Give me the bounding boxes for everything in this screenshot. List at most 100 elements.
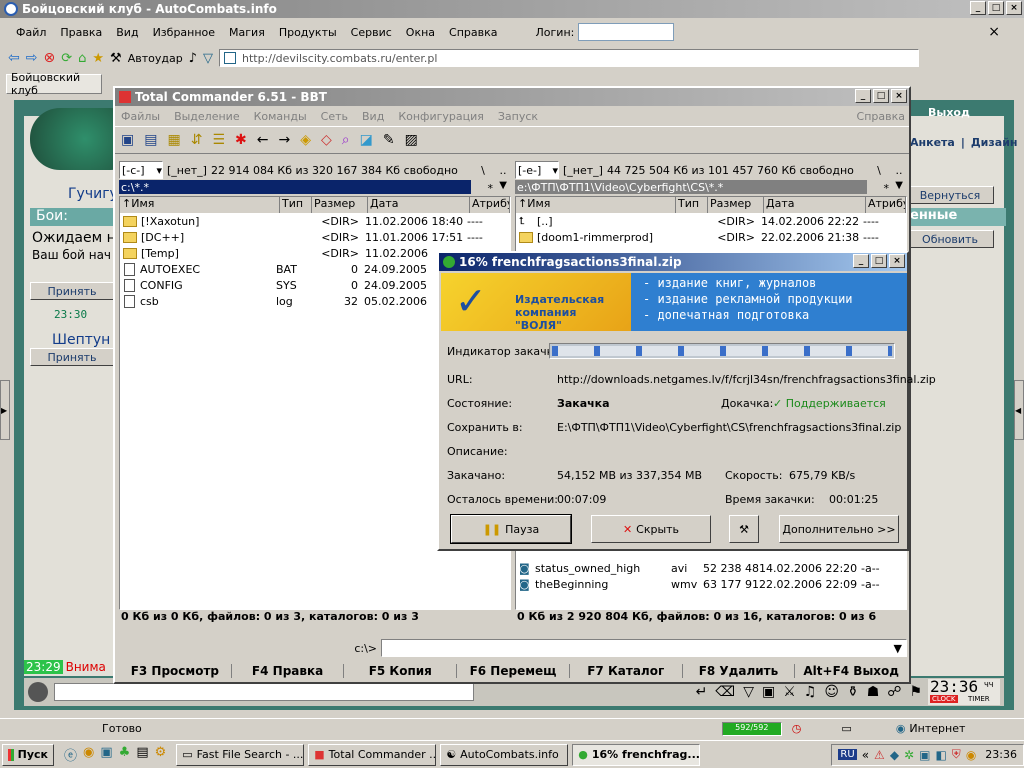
right-col-type[interactable]: Тип xyxy=(676,197,708,213)
left-col-attr[interactable]: Атрибу xyxy=(470,197,510,213)
tc-menu-config[interactable]: Конфигурация xyxy=(398,110,484,123)
home-icon[interactable]: ⌂ xyxy=(78,51,86,66)
chat-input[interactable] xyxy=(54,683,474,701)
menu-windows[interactable]: Окна xyxy=(406,26,435,39)
tray-icon-7[interactable]: ◉ xyxy=(966,748,976,762)
smile-icon[interactable] xyxy=(28,682,48,702)
f3-view-button[interactable]: F3 Просмотр xyxy=(119,664,232,678)
tc-menu-select[interactable]: Выделение xyxy=(174,110,240,123)
tc-select-icon[interactable]: ✱ xyxy=(235,132,247,148)
close-button[interactable]: × xyxy=(1006,1,1022,15)
f4-edit-button[interactable]: F4 Правка xyxy=(232,664,345,678)
tc-close-button[interactable]: × xyxy=(891,89,907,103)
mask-icon[interactable]: ☗ xyxy=(867,684,880,700)
right-col-name[interactable]: ↑Имя xyxy=(516,197,676,213)
task-autocombats[interactable]: ☯ AutoCombats.info xyxy=(440,743,569,766)
tc-menu-help[interactable]: Справка xyxy=(857,110,905,123)
menu-edit[interactable]: Правка xyxy=(60,26,102,39)
back-icon[interactable]: ⇦ xyxy=(8,50,20,66)
stop-icon[interactable]: ⊗ xyxy=(43,50,55,66)
tc-menu-files[interactable]: Файлы xyxy=(121,110,160,123)
left-root-button[interactable]: \ xyxy=(475,164,491,177)
f5-copy-button[interactable]: F5 Копия xyxy=(344,664,458,678)
bottle-icon[interactable]: ⚱ xyxy=(847,684,859,700)
menu-service[interactable]: Сервис xyxy=(351,26,392,39)
dl-minimize-button[interactable]: _ xyxy=(853,254,869,268)
f7-mkdir-button[interactable]: F7 Каталог xyxy=(570,664,683,678)
left-up-button[interactable]: .. xyxy=(495,164,511,177)
tc-menu-view[interactable]: Вид xyxy=(362,110,384,123)
left-path-dropdown[interactable]: ▼ xyxy=(499,180,507,191)
altf4-exit-button[interactable]: Alt+F4 Выход xyxy=(795,664,907,678)
menu-products[interactable]: Продукты xyxy=(279,26,337,39)
save-quick-icon[interactable]: ▤ xyxy=(136,745,148,764)
left-edge-arrow-icon[interactable]: ▶ xyxy=(0,380,10,440)
flag-icon[interactable]: ⚑ xyxy=(909,684,922,700)
right-up-button[interactable]: .. xyxy=(891,164,907,177)
tc-full-icon[interactable]: ☰ xyxy=(212,132,225,148)
right-col-size[interactable]: Размер xyxy=(708,197,764,213)
task-download[interactable]: ● 16% frenchfrag... xyxy=(572,743,701,766)
tc-menu-run[interactable]: Запуск xyxy=(498,110,538,123)
tray-icon-4[interactable]: ▣ xyxy=(919,748,930,762)
tc-brief-icon[interactable]: ▦ xyxy=(167,132,180,148)
right-root-button[interactable]: \ xyxy=(871,164,887,177)
task-total-commander[interactable]: ■ Total Commander ... xyxy=(308,743,437,766)
accept-button-2[interactable]: Принять xyxy=(30,348,114,366)
save-icon[interactable]: ▣ xyxy=(762,684,775,700)
tray-icon-3[interactable]: ✲ xyxy=(904,748,914,762)
tc-minimize-button[interactable]: _ xyxy=(855,89,871,103)
tool-quick-icon[interactable]: ⚙ xyxy=(155,745,167,764)
tc-notepad-icon[interactable]: ✎ xyxy=(383,132,395,148)
accept-button[interactable]: Принять xyxy=(30,282,114,300)
fight-icon[interactable]: ⚔ xyxy=(783,684,796,700)
tc-back-icon[interactable]: ← xyxy=(257,132,269,148)
tray-icon-1[interactable]: ⚠ xyxy=(874,748,885,762)
tc-find-icon[interactable]: ⌕ xyxy=(342,132,350,148)
left-col-name[interactable]: ↑Имя xyxy=(120,197,280,213)
tc-menu-commands[interactable]: Команды xyxy=(254,110,307,123)
tray-icon-2[interactable]: ◆ xyxy=(890,748,899,762)
filter-icon[interactable]: ▽ xyxy=(203,51,213,66)
emoticon-icon[interactable]: ☺ xyxy=(824,684,839,700)
hide-button[interactable]: ✕ Скрыть xyxy=(591,515,711,543)
tray-expand-icon[interactable]: « xyxy=(862,748,869,762)
desktop-quick-icon[interactable]: ▣ xyxy=(100,745,112,764)
autoudar-button[interactable]: Автоудар xyxy=(128,52,183,65)
lang-indicator[interactable]: RU xyxy=(838,749,857,760)
tc-tree-icon[interactable]: ▤ xyxy=(144,132,157,148)
shepot-link[interactable]: Шептун xyxy=(52,332,110,348)
close-doc-icon[interactable]: × xyxy=(988,24,1000,40)
address-bar[interactable]: http://devilscity.combats.ru/enter.pl xyxy=(218,49,919,67)
tools-icon[interactable]: ⚒ xyxy=(110,51,122,66)
ie-quick-icon[interactable]: ⓔ xyxy=(64,745,77,764)
tc-menu-net[interactable]: Сеть xyxy=(321,110,348,123)
f6-move-button[interactable]: F6 Перемещ xyxy=(457,664,570,678)
right-col-attr[interactable]: Атрибу xyxy=(866,197,906,213)
start-button[interactable]: Пуск xyxy=(2,743,54,766)
refresh-button[interactable]: Обновить xyxy=(906,230,994,248)
sound-icon[interactable]: ♪ xyxy=(189,51,197,66)
left-col-date[interactable]: Дата xyxy=(368,197,470,213)
minimize-button[interactable]: _ xyxy=(970,1,986,15)
dl-maximize-button[interactable]: □ xyxy=(871,254,887,268)
tc-unpack-icon[interactable]: ◇ xyxy=(321,132,332,148)
tc-forward-icon[interactable]: → xyxy=(278,132,290,148)
tc-maximize-button[interactable]: □ xyxy=(873,89,889,103)
menu-file[interactable]: Файл xyxy=(16,26,46,39)
tc-refresh-icon[interactable]: ▣ xyxy=(121,132,134,148)
left-col-type[interactable]: Тип xyxy=(280,197,312,213)
hero-name[interactable]: Гучигу xyxy=(68,186,118,202)
music-icon[interactable]: ♫ xyxy=(804,684,817,700)
forward-icon[interactable]: ⇨ xyxy=(26,50,38,66)
link-design[interactable]: Дизайн xyxy=(971,136,1018,149)
menu-favorites[interactable]: Избранное xyxy=(153,26,215,39)
favorites-icon[interactable]: ★ xyxy=(92,51,104,66)
list-item[interactable]: [!Xaxotun] <DIR> 11.02.2006 18:40 ---- xyxy=(120,213,510,229)
menu-help[interactable]: Справка xyxy=(449,26,497,39)
tc-sort-icon[interactable]: ⇵ xyxy=(191,132,203,148)
enter-icon[interactable]: ↵ xyxy=(696,684,708,700)
tc-ftp-icon[interactable]: ◪ xyxy=(360,132,373,148)
link-anketa[interactable]: Анкета xyxy=(910,136,955,149)
tray-clock[interactable]: 23:36 xyxy=(985,748,1017,761)
